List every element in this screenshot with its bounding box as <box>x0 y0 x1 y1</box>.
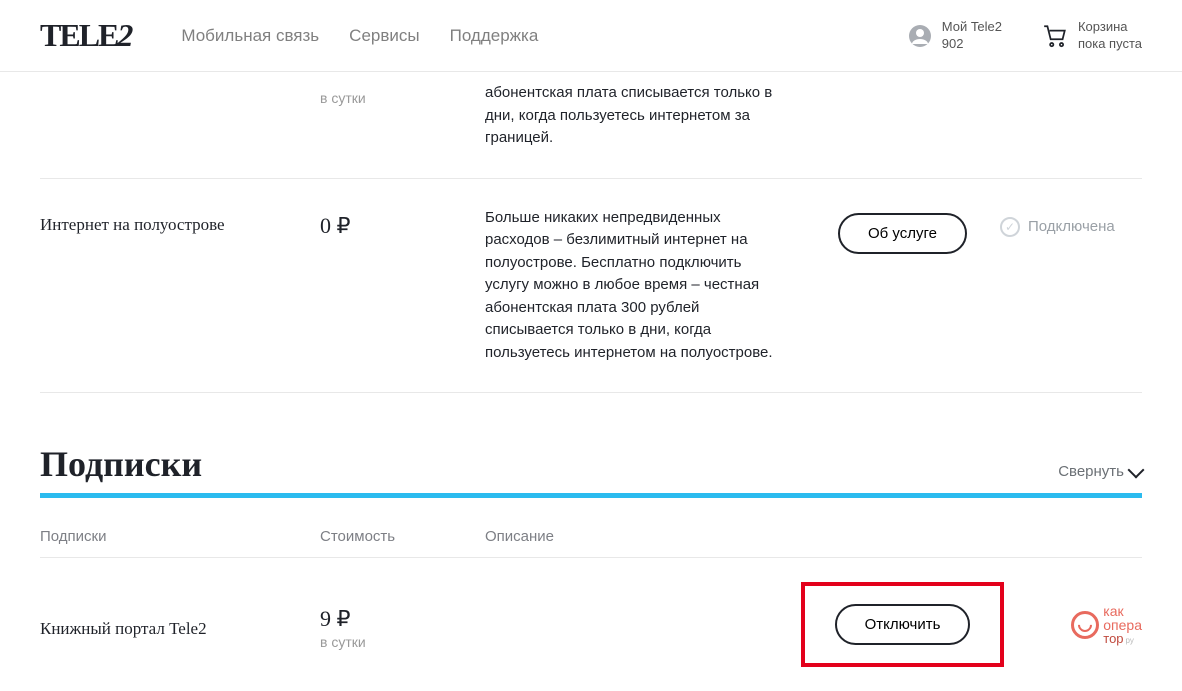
check-icon <box>1000 217 1020 237</box>
status-label: Подключена <box>1028 218 1115 235</box>
service-status <box>1000 82 1142 92</box>
watermark-icon <box>1071 611 1099 639</box>
highlight-box: Отключить <box>801 582 1005 667</box>
service-status: Подключена <box>1000 207 1142 237</box>
subscriptions-header: Подписки Свернуть <box>40 443 1142 485</box>
service-price: в сутки <box>320 82 485 106</box>
account-line2: 902 <box>942 36 1002 53</box>
per-day-label: в сутки <box>320 90 485 106</box>
main-content: в сутки абонентская плата списывается то… <box>0 72 1182 691</box>
nav-mobile[interactable]: Мобильная связь <box>181 26 319 46</box>
nav-support[interactable]: Поддержка <box>450 26 539 46</box>
wm-line3: тор <box>1103 632 1123 645</box>
subscription-name: Книжный портал Tele2 <box>40 611 320 639</box>
cart-icon <box>1042 23 1068 49</box>
watermark: как опера тор ру <box>1000 604 1142 645</box>
cart-line2: пока пуста <box>1078 36 1142 53</box>
wm-sub: ру <box>1126 637 1134 645</box>
wm-line1: как <box>1103 604 1142 618</box>
cart-link[interactable]: Корзина пока пуста <box>1042 19 1142 53</box>
cart-text: Корзина пока пуста <box>1078 19 1142 53</box>
main-nav: Мобильная связь Сервисы Поддержка <box>181 26 538 46</box>
subscription-action-wrap: Отключить <box>805 582 1000 667</box>
col-header-name: Подписки <box>40 528 320 545</box>
per-day-label: в сутки <box>320 634 485 650</box>
service-name: Интернет на полуострове <box>40 207 320 235</box>
header-right: Мой Tele2 902 Корзина пока пуста <box>908 19 1142 53</box>
account-link[interactable]: Мой Tele2 902 <box>908 19 1002 53</box>
account-text: Мой Tele2 902 <box>942 19 1002 53</box>
col-header-price: Стоимость <box>320 528 485 545</box>
col-header-desc: Описание <box>485 528 805 545</box>
nav-services[interactable]: Сервисы <box>349 26 419 46</box>
account-line1: Мой Tele2 <box>942 19 1002 36</box>
service-price: 0 ₽ <box>320 207 485 239</box>
subscription-price: 9 ₽ в сутки <box>320 600 485 650</box>
site-header: TELE2 Мобильная связь Сервисы Поддержка … <box>0 0 1182 72</box>
unsubscribe-button[interactable]: Отключить <box>835 604 971 645</box>
divider <box>40 493 1142 498</box>
about-service-button[interactable]: Об услуге <box>838 213 967 254</box>
subscription-row: Книжный портал Tele2 9 ₽ в сутки Отключи… <box>40 558 1142 691</box>
table-header: Подписки Стоимость Описание <box>40 528 1142 558</box>
section-title: Подписки <box>40 443 202 485</box>
user-icon <box>908 24 932 48</box>
logo[interactable]: TELE2 <box>40 17 131 54</box>
service-action <box>805 82 1000 88</box>
service-row: в сутки абонентская плата списывается то… <box>40 72 1142 179</box>
wm-line2: опера <box>1103 618 1142 632</box>
service-row: Интернет на полуострове 0 ₽ Больше никак… <box>40 179 1142 394</box>
service-action-col: Об услуге <box>805 207 1000 254</box>
collapse-toggle[interactable]: Свернуть <box>1058 463 1142 480</box>
service-name <box>40 82 320 90</box>
service-description: Больше никаких непредвиденных расходов –… <box>485 207 805 365</box>
service-description: абонентская плата списывается только в д… <box>485 82 805 150</box>
cart-line1: Корзина <box>1078 19 1142 36</box>
